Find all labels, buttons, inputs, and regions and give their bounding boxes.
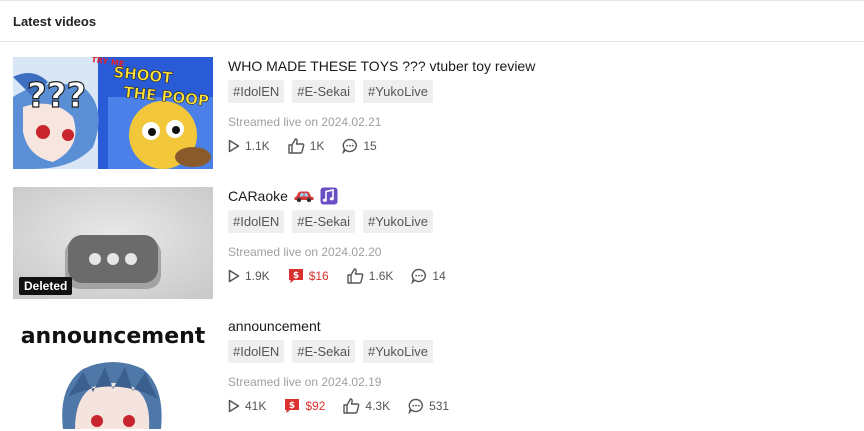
stream-date: Streamed live on 2024.02.20 [228,245,382,259]
video-stats: 41K $ $92 4.3K 531 [228,397,828,415]
tag[interactable]: #IdolEN [228,340,285,363]
comment-icon [411,268,427,284]
video-stats: 1.9K $ $16 1.6K 14 [228,267,828,285]
video-title[interactable]: WHO MADE THESE TOYS ??? vtuber toy revie… [228,57,828,75]
play-icon [228,399,240,413]
video-title[interactable]: CARaoke [228,187,828,205]
like-count: 1.6K [347,268,393,284]
video-item: announcement announcement #IdolEN #E-Sek… [13,317,853,429]
comment-count: 15 [342,138,377,154]
tag[interactable]: #E-Sekai [292,210,355,233]
thumbs-up-icon [347,268,364,284]
video-stats: 1.1K 1K 15 [228,137,828,155]
video-thumbnail[interactable]: TRY ME SHOOT THE POOP ??? [13,57,213,169]
svg-text:???: ??? [27,76,86,116]
thumbs-up-icon [343,398,360,414]
comment-count: 14 [411,268,446,284]
comment-icon [408,398,424,414]
video-thumbnail[interactable]: Deleted [13,187,213,299]
superchat-amount: $ $16 [288,268,329,284]
thumbs-up-icon [287,138,305,154]
section-title: Latest videos [13,13,97,29]
video-item: TRY ME SHOOT THE POOP ??? WHO MADE THESE… [13,57,853,169]
video-thumbnail[interactable]: announcement [13,317,213,429]
video-title[interactable]: announcement [228,317,828,335]
svg-text:$: $ [289,401,295,411]
comment-count: 531 [408,398,449,414]
superchat-icon: $ [288,269,303,283]
tag-list: #IdolEN #E-Sekai #YukoLive [228,210,828,233]
tag[interactable]: #E-Sekai [292,340,355,363]
superchat-icon: $ [285,399,300,413]
stream-date: Streamed live on 2024.02.21 [228,115,382,129]
tag[interactable]: #YukoLive [363,210,433,233]
tag[interactable]: #YukoLive [363,340,433,363]
tag[interactable]: #E-Sekai [292,80,355,103]
view-count: 41K [228,399,266,413]
tag[interactable]: #IdolEN [228,80,285,103]
view-count: 1.1K [228,139,270,153]
tag-list: #IdolEN #E-Sekai #YukoLive [228,80,828,103]
like-count: 1K [287,138,324,154]
tag[interactable]: #YukoLive [363,80,433,103]
stream-date: Streamed live on 2024.02.19 [228,375,382,389]
video-item: Deleted CARaoke #IdolEN #E-Sekai #YukoLi… [13,187,853,299]
like-count: 4.3K [343,398,390,414]
section-header: Latest videos [0,0,864,42]
superchat-amount: $ $92 [284,398,325,414]
tag[interactable]: #IdolEN [228,210,285,233]
tag-list: #IdolEN #E-Sekai #YukoLive [228,340,828,363]
svg-text:$: $ [293,271,299,281]
play-icon [228,269,240,283]
deleted-badge: Deleted [19,277,73,295]
play-icon [228,139,240,153]
comment-icon [342,138,358,154]
view-count: 1.9K [228,269,270,283]
thumbnail-art: TRY ME SHOOT THE POOP ??? [13,57,213,169]
thumbnail-caption: announcement [20,324,206,349]
music-note-emoji-icon [320,187,338,205]
car-emoji-icon [294,191,314,203]
